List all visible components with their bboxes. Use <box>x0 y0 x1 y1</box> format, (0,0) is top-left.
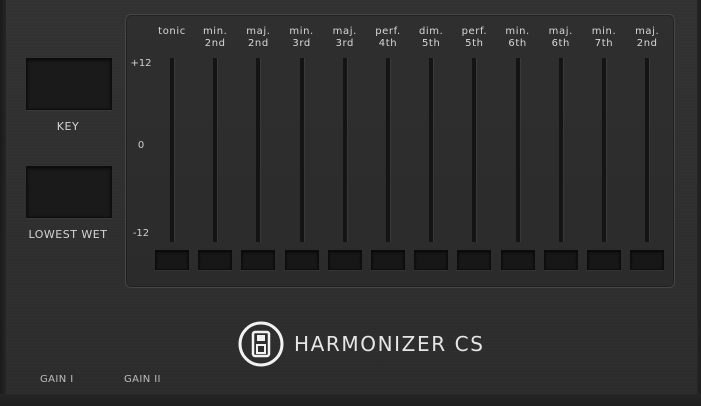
interval-value-box[interactable] <box>457 250 492 270</box>
interval-value-box[interactable] <box>543 250 578 270</box>
key-label: KEY <box>56 120 80 133</box>
interval-label: maj. 2nd <box>246 26 271 49</box>
interval-label: dim. 5th <box>418 26 444 49</box>
disk-icon <box>237 320 285 368</box>
interval-slider[interactable] <box>256 58 261 242</box>
interval-label: maj. 3rd <box>332 26 357 49</box>
interval-label: perf. 5th <box>461 26 488 49</box>
lowest-wet-display[interactable] <box>26 166 112 218</box>
interval-value-box[interactable] <box>630 250 665 270</box>
interval-slider[interactable] <box>558 58 563 242</box>
interval-value-box[interactable] <box>327 250 362 270</box>
interval-value-box[interactable] <box>241 250 276 270</box>
plugin-title: HARMONIZER CS <box>294 332 485 356</box>
interval-label: min. 6th <box>505 26 530 49</box>
gain-2-label: GAIN II <box>124 374 161 385</box>
interval-slider[interactable] <box>386 58 390 242</box>
lowest-wet-label: LOWEST WET <box>28 228 108 241</box>
interval-label: min. 2nd <box>202 26 228 49</box>
interval-slider[interactable] <box>645 58 650 242</box>
interval-slider[interactable] <box>342 58 347 242</box>
gain-1-label: GAIN I <box>40 374 74 385</box>
scale-middle-label: 0 <box>137 140 145 151</box>
interval-value-box[interactable] <box>198 250 233 270</box>
interval-value-box[interactable] <box>155 250 189 270</box>
interval-label: tonic <box>158 26 186 37</box>
interval-slider[interactable] <box>299 58 304 242</box>
interval-label: min. 3rd <box>289 26 314 49</box>
interval-value-box[interactable] <box>414 250 449 270</box>
interval-slider[interactable] <box>602 58 606 242</box>
interval-slider[interactable] <box>429 58 434 242</box>
interval-value-box[interactable] <box>587 250 621 270</box>
interval-label: perf. 4th <box>375 26 401 49</box>
scale-top-label: +12 <box>130 58 152 69</box>
harmonizer-plugin-window: KEY LOWEST WET +12 0 -12 tonic min. 2nd ma… <box>0 0 701 406</box>
interval-panel <box>125 14 675 288</box>
interval-value-box[interactable] <box>371 250 405 270</box>
interval-label: maj. 2nd <box>635 26 660 49</box>
bottom-edge <box>0 394 701 406</box>
interval-value-box[interactable] <box>500 250 535 270</box>
interval-slider[interactable] <box>213 58 218 242</box>
left-edge <box>0 0 6 406</box>
scale-bottom-label: -12 <box>132 228 150 239</box>
key-display[interactable] <box>26 58 112 110</box>
interval-slider[interactable] <box>170 58 174 242</box>
interval-label: min. 7th <box>591 26 617 49</box>
right-edge <box>697 0 701 406</box>
interval-label: maj. 6th <box>548 26 573 49</box>
interval-slider[interactable] <box>472 58 477 242</box>
interval-value-box[interactable] <box>284 250 319 270</box>
interval-slider[interactable] <box>515 58 520 242</box>
